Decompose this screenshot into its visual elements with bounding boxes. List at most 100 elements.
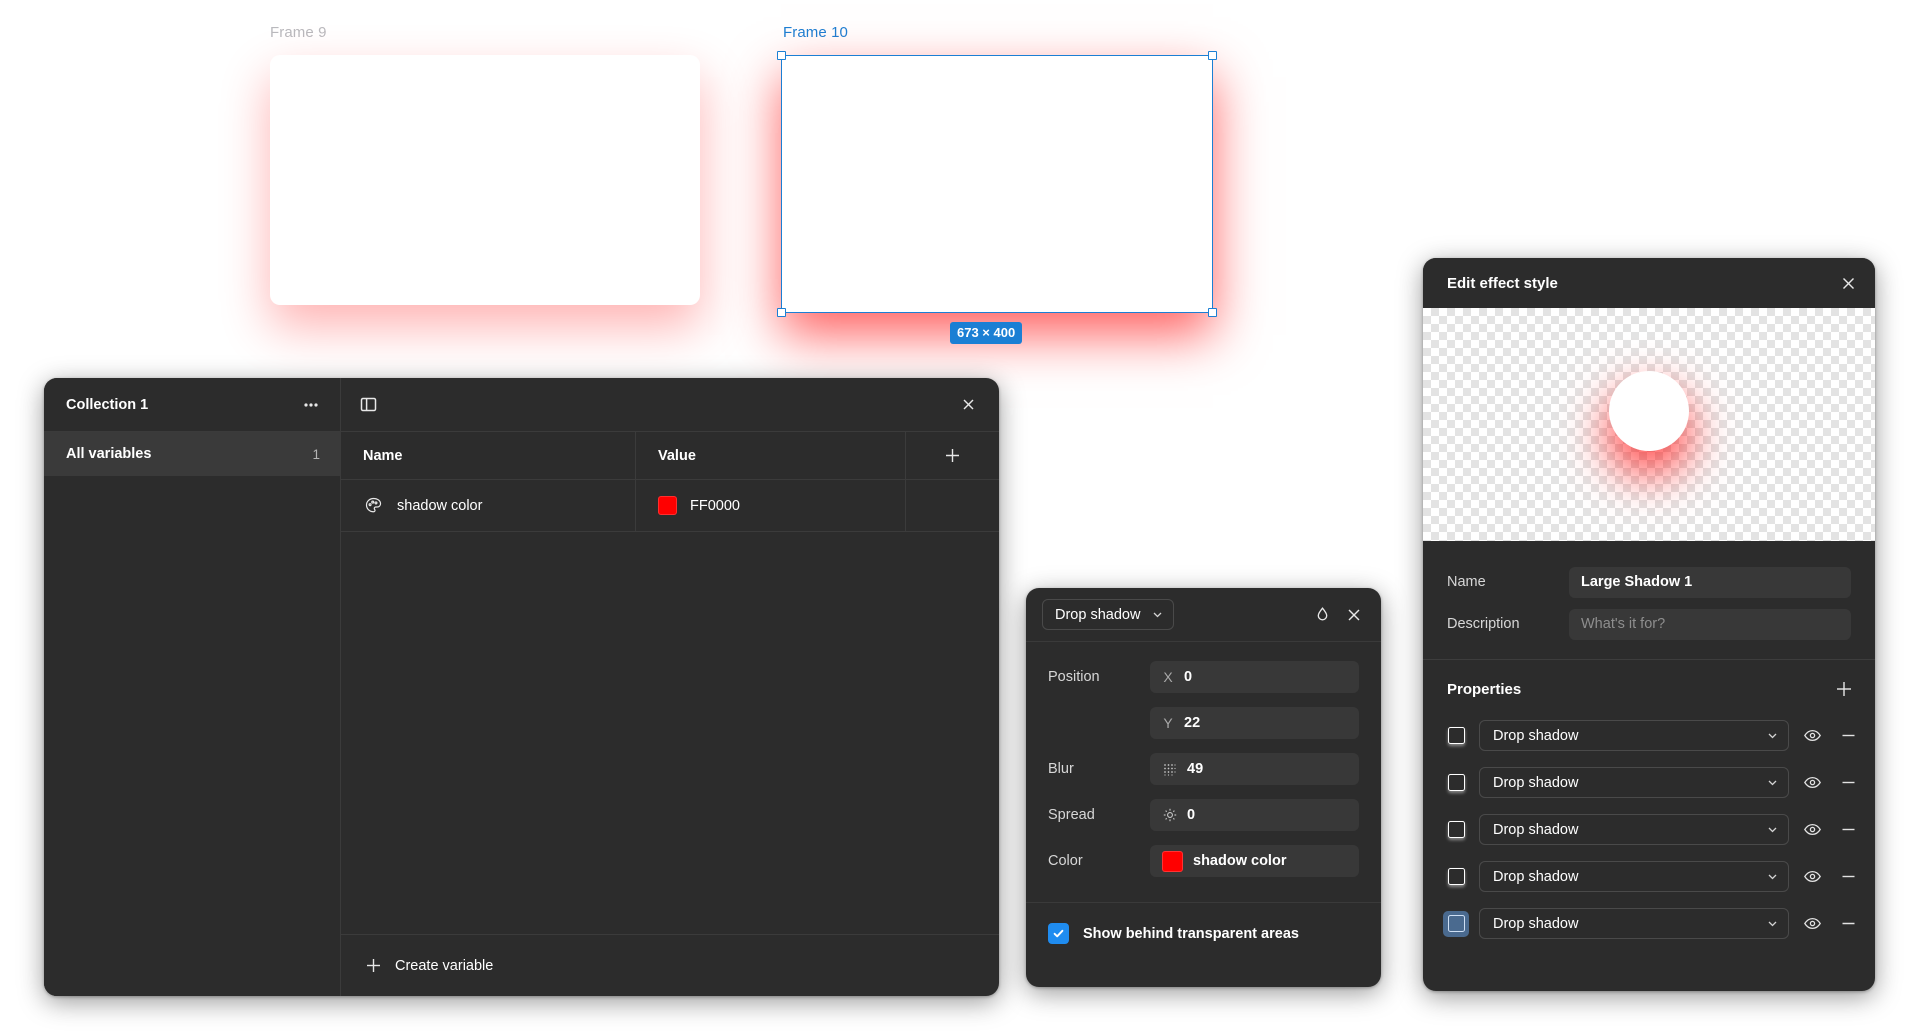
plus-icon (1834, 679, 1854, 699)
style-name-input[interactable]: Large Shadow 1 (1569, 566, 1851, 598)
drop-shadow-fields: Position X 0 Y 22 Blur 49 Spread 0 Color… (1026, 642, 1381, 888)
minus-icon[interactable] (1835, 911, 1861, 937)
ellipsis-icon[interactable] (298, 392, 324, 418)
collection-title: Collection 1 (66, 396, 149, 413)
color-swatch[interactable] (1162, 850, 1183, 872)
property-preview-swatch[interactable] (1443, 817, 1469, 843)
eye-icon[interactable] (1799, 817, 1825, 843)
plus-icon (940, 443, 966, 469)
close-icon[interactable] (1341, 602, 1367, 628)
property-type-select[interactable]: Drop shadow (1479, 908, 1789, 939)
sidebar-item-all-variables[interactable]: All variables 1 (44, 432, 340, 476)
color-swatch[interactable] (658, 496, 677, 515)
show-behind-transparent-row[interactable]: Show behind transparent areas (1026, 903, 1381, 944)
position-x-input[interactable]: X 0 (1150, 661, 1359, 693)
eye-icon[interactable] (1799, 770, 1825, 796)
property-type-label: Drop shadow (1493, 727, 1579, 744)
chevron-down-icon (1767, 871, 1778, 882)
preview-shape (1609, 371, 1689, 451)
sidebar-empty-area (44, 476, 340, 996)
spread-input[interactable]: 0 (1150, 799, 1359, 831)
variable-name-cell[interactable]: shadow color (341, 480, 636, 531)
chevron-down-icon (1767, 777, 1778, 788)
minus-icon[interactable] (1835, 723, 1861, 749)
color-palette-icon (363, 496, 383, 516)
property-type-select[interactable]: Drop shadow (1479, 861, 1789, 892)
variable-value-label: FF0000 (690, 497, 740, 514)
add-property-button[interactable] (1831, 676, 1857, 702)
property-type-select[interactable]: Drop shadow (1479, 767, 1789, 798)
drop-shadow-popover: Drop shadow Position X 0 Y 22 Blur 49 Sp… (1026, 588, 1381, 987)
properties-list: Drop shadow Drop shadow Drop shadow Drop sh… (1423, 712, 1875, 947)
color-input[interactable]: shadow color (1150, 845, 1359, 877)
style-description-input[interactable]: What's it for? (1569, 608, 1851, 640)
blur-grid-icon (1162, 762, 1177, 777)
blur-input[interactable]: 49 (1150, 753, 1359, 785)
blur-value: 49 (1187, 761, 1204, 777)
chevron-down-icon (1767, 918, 1778, 929)
add-variable-button[interactable] (906, 432, 999, 479)
column-header-name: Name (341, 432, 636, 479)
variables-main-header (341, 378, 999, 432)
selection-size-badge: 673 × 400 (950, 322, 1023, 344)
color-value: shadow color (1193, 853, 1287, 869)
property-row[interactable]: Drop shadow (1423, 759, 1875, 806)
edit-effect-style-dialog: Edit effect style Name Large Shadow 1 De… (1423, 258, 1875, 991)
property-type-label: Drop shadow (1493, 915, 1579, 932)
dialog-header: Edit effect style (1423, 258, 1875, 308)
property-type-label: Drop shadow (1493, 868, 1579, 885)
position-y-value: 22 (1184, 715, 1201, 731)
color-row: Color shadow color (1048, 842, 1359, 880)
position-y-input[interactable]: Y 22 (1150, 707, 1359, 739)
frame-label-frame-10[interactable]: Frame 10 (783, 24, 848, 42)
style-name-label: Name (1447, 574, 1486, 590)
check-icon (1052, 927, 1065, 940)
minus-icon[interactable] (1835, 864, 1861, 890)
droplet-icon[interactable] (1309, 602, 1335, 628)
table-row[interactable]: shadow color FF0000 (341, 480, 999, 532)
axis-y-label: Y (1163, 715, 1173, 731)
close-icon[interactable] (1835, 270, 1861, 296)
properties-title: Properties (1447, 680, 1522, 698)
frame-9[interactable] (270, 55, 700, 305)
style-name-value: Large Shadow 1 (1581, 574, 1693, 590)
spread-row: Spread 0 (1048, 796, 1359, 834)
property-preview-swatch[interactable] (1443, 864, 1469, 890)
sidebar-toggle-icon[interactable] (355, 392, 381, 418)
minus-icon[interactable] (1835, 770, 1861, 796)
variables-table-header: Name Value (341, 432, 999, 480)
close-icon[interactable] (955, 392, 981, 418)
chevron-down-icon (1767, 730, 1778, 741)
eye-icon[interactable] (1799, 723, 1825, 749)
property-row[interactable]: Drop shadow (1423, 853, 1875, 900)
effect-type-label: Drop shadow (1055, 606, 1141, 623)
variable-row-spacer (906, 480, 999, 531)
sidebar-item-count: 1 (312, 446, 320, 462)
property-type-select[interactable]: Drop shadow (1479, 814, 1789, 845)
frame-10[interactable] (781, 55, 1213, 313)
chevron-down-icon (1767, 824, 1778, 835)
property-preview-swatch[interactable] (1443, 770, 1469, 796)
frame-label-frame-9[interactable]: Frame 9 (270, 24, 327, 42)
axis-x-label: X (1163, 669, 1173, 685)
show-behind-transparent-checkbox[interactable] (1048, 923, 1069, 944)
property-row[interactable]: Drop shadow (1423, 806, 1875, 853)
variables-main: Name Value shadow color FF0000 Create va… (341, 378, 999, 996)
column-header-value: Value (636, 432, 906, 479)
position-x-row: Position X 0 (1048, 658, 1359, 696)
style-fields: Name Large Shadow 1 Description What's i… (1423, 541, 1875, 649)
variable-value-cell[interactable]: FF0000 (636, 480, 906, 531)
effect-type-select[interactable]: Drop shadow (1042, 599, 1175, 630)
property-row[interactable]: Drop shadow (1423, 900, 1875, 947)
variables-sidebar: Collection 1 All variables 1 (44, 378, 341, 996)
minus-icon[interactable] (1835, 817, 1861, 843)
property-type-select[interactable]: Drop shadow (1479, 720, 1789, 751)
eye-icon[interactable] (1799, 911, 1825, 937)
position-label: Position (1048, 669, 1100, 685)
property-preview-swatch[interactable] (1443, 910, 1469, 937)
property-preview-swatch[interactable] (1443, 723, 1469, 749)
create-variable-button[interactable]: Create variable (341, 934, 999, 996)
property-row[interactable]: Drop shadow (1423, 712, 1875, 759)
eye-icon[interactable] (1799, 864, 1825, 890)
drop-shadow-popover-header: Drop shadow (1026, 588, 1381, 642)
